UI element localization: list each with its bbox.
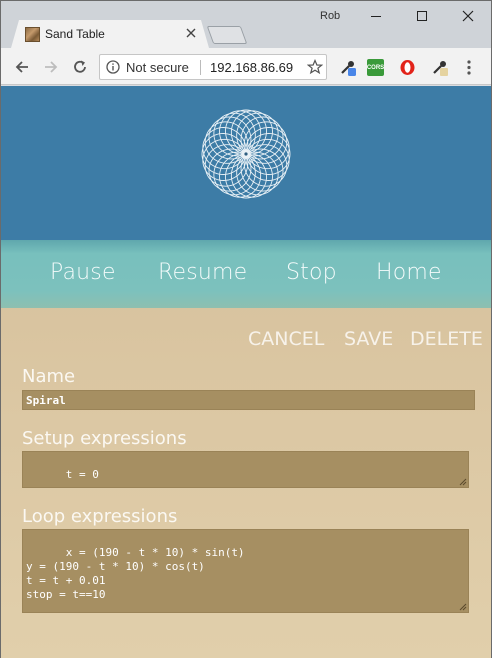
url-text[interactable]: 192.168.86.69: [210, 60, 293, 75]
resume-button[interactable]: Resume: [158, 260, 247, 285]
address-bar[interactable]: Not secure 192.168.86.69: [99, 54, 327, 80]
tab-close-icon[interactable]: [185, 27, 197, 39]
control-bar: Pause Resume Stop Home: [1, 240, 491, 308]
header-band: [1, 86, 491, 240]
security-indicator[interactable]: Not secure: [126, 60, 189, 75]
tab-title: Sand Table: [45, 27, 105, 41]
setup-expressions-label: Setup expressions: [22, 428, 187, 449]
close-icon: [462, 10, 474, 22]
sand-favicon-icon: [25, 27, 40, 42]
resize-grip-icon[interactable]: [459, 603, 467, 611]
logo-center-dot: [244, 152, 248, 156]
name-label: Name: [22, 366, 76, 387]
tab-sand-table[interactable]: Sand Table: [11, 20, 209, 48]
minimize-button[interactable]: [353, 1, 399, 31]
info-icon[interactable]: [106, 60, 120, 74]
back-arrow-icon[interactable]: [13, 58, 31, 76]
stop-button[interactable]: Stop: [286, 260, 337, 285]
minimize-icon: [371, 15, 381, 17]
home-button[interactable]: Home: [376, 260, 442, 285]
maximize-button[interactable]: [399, 1, 445, 31]
bookmark-star-icon[interactable]: [307, 59, 323, 75]
loop-expressions-text: x = (190 - t * 10) * sin(t) y = (190 - t…: [26, 546, 245, 601]
more-menu-icon[interactable]: [466, 59, 472, 76]
spirograph-logo: [201, 109, 291, 199]
opera-extension-icon[interactable]: [399, 59, 416, 76]
browser-window: Rob Sand Table Not secure 192.168.86.69 …: [0, 0, 492, 658]
name-field[interactable]: Spiral: [22, 390, 475, 410]
eyedropper-extension-icon[interactable]: [339, 59, 356, 76]
close-window-button[interactable]: [445, 1, 491, 31]
profile-name[interactable]: Rob: [320, 10, 340, 22]
tab-strip: Rob Sand Table: [1, 1, 491, 48]
setup-expressions-field[interactable]: t = 0: [22, 451, 469, 488]
pause-button[interactable]: Pause: [50, 260, 116, 285]
url-separator: [200, 60, 201, 75]
browser-toolbar: Not secure 192.168.86.69 CORS: [1, 48, 491, 85]
cancel-button[interactable]: CANCEL: [248, 328, 324, 350]
reload-icon[interactable]: [71, 58, 89, 76]
color-picker-extension-icon[interactable]: [431, 59, 448, 76]
page-content: Pause Resume Stop Home CANCEL SAVE DELET…: [1, 86, 491, 658]
save-button[interactable]: SAVE: [344, 328, 393, 350]
resize-grip-icon[interactable]: [459, 478, 467, 486]
maximize-icon: [417, 11, 427, 21]
cors-extension-icon[interactable]: CORS: [367, 59, 384, 76]
forward-arrow-icon[interactable]: [42, 58, 60, 76]
new-tab-button[interactable]: [206, 26, 248, 44]
loop-expressions-field[interactable]: x = (190 - t * 10) * sin(t) y = (190 - t…: [22, 529, 469, 613]
delete-button[interactable]: DELETE: [410, 328, 483, 350]
setup-expressions-text: t = 0: [65, 468, 99, 481]
loop-expressions-label: Loop expressions: [22, 506, 178, 527]
